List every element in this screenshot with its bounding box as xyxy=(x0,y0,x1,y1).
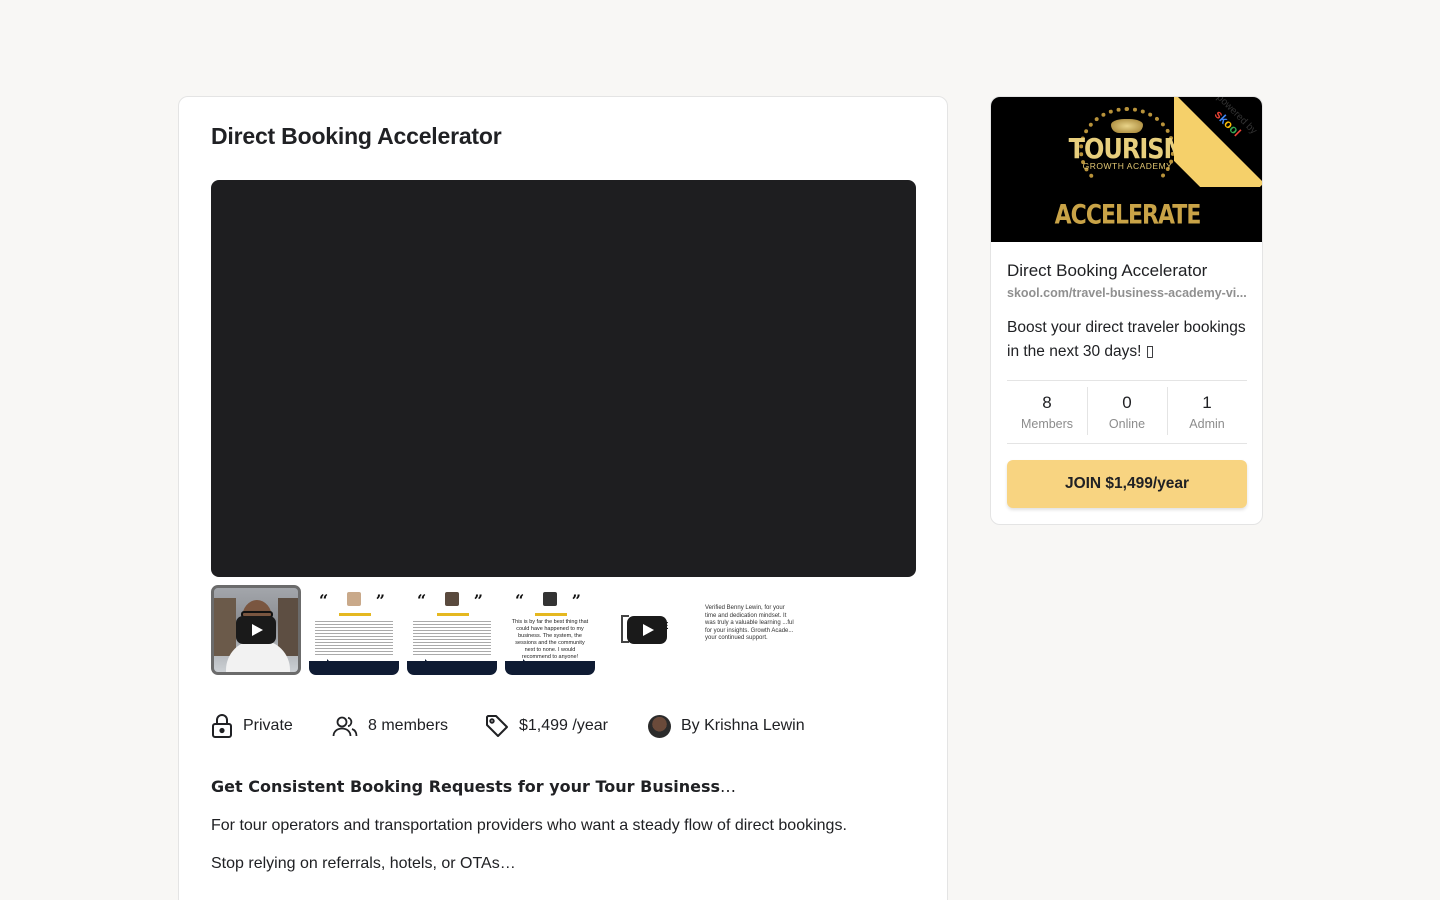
lock-icon xyxy=(212,714,232,738)
description-heading: Get Consistent Booking Requests for your… xyxy=(211,777,737,796)
gallery-thumb-video[interactable] xyxy=(211,585,301,675)
review-text: Verified Benny Lewin, for your time and … xyxy=(705,605,794,642)
testimonial-image: “” xyxy=(407,585,497,675)
banner-tagline: ACCELERATE xyxy=(1054,200,1202,231)
group-url: skool.com/travel-business-academy-vi... xyxy=(1007,286,1247,300)
users-icon xyxy=(332,716,358,737)
group-about-card: Direct Booking Accelerator “” “” “ ” Thi… xyxy=(178,96,948,900)
testimonial-text: This is by far the best thing that could… xyxy=(511,619,589,660)
powered-by-ribbon[interactable]: powered by skool xyxy=(1174,97,1262,187)
video-player[interactable] xyxy=(211,180,916,577)
join-button[interactable]: JOIN $1,499/year xyxy=(1007,460,1247,508)
testimonial-image: “” This is by far the best thing that co… xyxy=(505,585,595,675)
author-label: By Krishna Lewin xyxy=(681,717,805,734)
media-gallery: “” “” “” This is by far the best thing t… xyxy=(211,585,811,675)
gallery-thumb-testimonial[interactable]: “” xyxy=(407,585,497,675)
privacy-info: Private xyxy=(211,711,293,741)
play-icon xyxy=(627,616,667,644)
group-description: Get Consistent Booking Requests for your… xyxy=(211,777,911,873)
tag-icon xyxy=(486,715,508,737)
group-meta: Private 8 members $1,499 /year By Krishn… xyxy=(211,711,911,741)
author-info[interactable]: By Krishna Lewin xyxy=(648,711,805,741)
description-paragraph: For tour operators and transportation pr… xyxy=(211,817,847,834)
members-label: 8 members xyxy=(368,717,449,734)
privacy-label: Private xyxy=(243,717,293,734)
stat-value: 8 xyxy=(1042,393,1052,412)
stat-value: 1 xyxy=(1202,393,1212,412)
stat-label: Admin xyxy=(1189,417,1225,431)
stat-admin[interactable]: 1 Admin xyxy=(1167,381,1247,443)
page-title: Direct Booking Accelerator xyxy=(211,123,502,149)
stat-members[interactable]: 8 Members xyxy=(1007,381,1087,443)
description-paragraph: Stop relying on referrals, hotels, or OT… xyxy=(211,855,516,872)
gallery-thumb-review[interactable]: Verified Benny Lewin, for your time and … xyxy=(701,585,797,675)
group-banner-image: TOURISM GROWTH ACADEMY ACCELERATE powere… xyxy=(991,97,1262,242)
stat-label: Members xyxy=(1020,417,1074,431)
testimonial-image: “” xyxy=(309,585,399,675)
gallery-thumb-testimonial[interactable]: “” This is by far the best thing that co… xyxy=(505,585,595,675)
play-icon xyxy=(236,616,276,644)
stat-value: 0 xyxy=(1122,393,1132,412)
avatar xyxy=(648,714,671,738)
gallery-thumb-video[interactable]: GE xyxy=(603,585,691,675)
stat-online[interactable]: 0 Online xyxy=(1087,381,1167,443)
group-stats: 8 Members 0 Online 1 Admin xyxy=(1007,380,1247,444)
members-info: 8 members xyxy=(332,711,448,741)
gallery-thumb-testimonial[interactable]: “” xyxy=(309,585,399,675)
group-sidebar-card: TOURISM GROWTH ACADEMY ACCELERATE powere… xyxy=(990,96,1263,525)
globe-icon xyxy=(1111,119,1143,133)
group-name: Direct Booking Accelerator xyxy=(1007,261,1208,280)
price-label: $1,499 /year xyxy=(519,717,608,734)
stat-label: Online xyxy=(1108,417,1146,431)
group-tagline: Boost your direct traveler bookings in t… xyxy=(1007,319,1246,360)
price-info: $1,499 /year xyxy=(485,711,608,741)
